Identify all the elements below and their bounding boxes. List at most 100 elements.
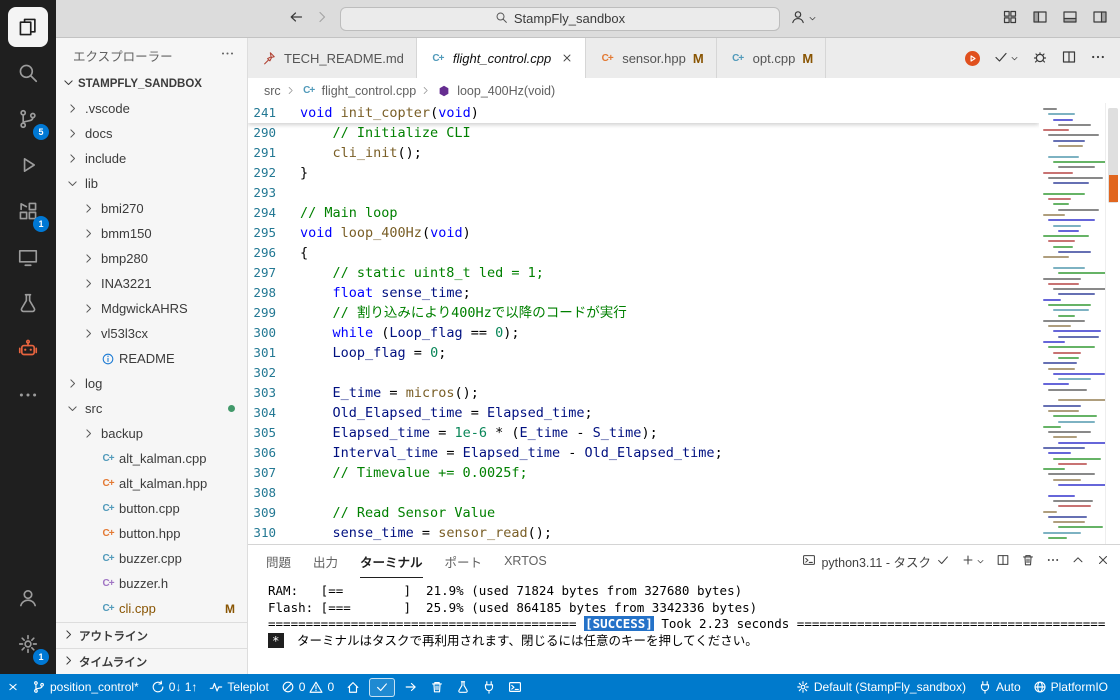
tab-TECH_README.md[interactable]: TECH_README.md — [248, 38, 417, 78]
activity-settings[interactable]: 1 — [8, 624, 49, 665]
panel-tab-ポート[interactable]: ポート — [445, 545, 483, 578]
customize-layout-button[interactable] — [1002, 9, 1018, 28]
workspace-section-header[interactable]: STAMPFLY_SANDBOX — [56, 72, 247, 96]
activity-accounts[interactable] — [8, 578, 48, 618]
panel-tab-問題[interactable]: 問題 — [266, 545, 291, 578]
tree-folder-.vscode[interactable]: .vscode — [56, 96, 247, 121]
tree-folder-src[interactable]: src — [56, 396, 247, 421]
status-git-branch[interactable]: position_control* — [26, 674, 145, 700]
tree-folder-vl53l3cx[interactable]: vl53l3cx — [56, 321, 247, 346]
run-task-button[interactable] — [993, 49, 1019, 68]
tab-modified-badge: M — [802, 50, 814, 66]
activity-explorer[interactable] — [8, 7, 48, 47]
tree-file-buzzer.h[interactable]: C+ buzzer.h — [56, 571, 247, 596]
activity-source-control[interactable]: 5 — [8, 99, 49, 140]
tree-file-button.hpp[interactable]: C+ button.hpp — [56, 521, 247, 546]
tree-folder-backup[interactable]: backup — [56, 421, 247, 446]
tree-folder-INA3221[interactable]: INA3221 — [56, 271, 247, 296]
tree-file-buzzer.cpp[interactable]: C+ buzzer.cpp — [56, 546, 247, 571]
terminal-output[interactable]: RAM: [== ] 21.9% (used 71824 bytes from … — [248, 578, 1120, 674]
tab-label: TECH_README.md — [284, 50, 404, 66]
tree-folder-lib[interactable]: lib — [56, 171, 247, 196]
status-pio-clean[interactable] — [424, 674, 450, 700]
code-editor[interactable]: 241 void init_copter(void) 290 // Initiali… — [248, 103, 1039, 544]
terminal-icon — [509, 682, 522, 692]
tree-file-button.cpp[interactable]: C+ button.cpp — [56, 496, 247, 521]
tree-item-label: log — [85, 376, 103, 391]
terminal-task-chip[interactable]: python3.11 - タスク — [802, 552, 950, 571]
status-platformio[interactable]: PlatformIO — [1027, 674, 1114, 700]
panel-tab-出力[interactable]: 出力 — [313, 545, 338, 578]
tree-file-alt_kalman.cpp[interactable]: C+ alt_kalman.cpp — [56, 446, 247, 471]
toggle-panel-button[interactable] — [1062, 9, 1078, 28]
tree-folder-log[interactable]: log — [56, 371, 247, 396]
toggle-sidebar-button[interactable] — [1032, 9, 1048, 28]
tab-sensor.hpp[interactable]: C+ sensor.hpp M — [586, 38, 717, 78]
status-remote[interactable] — [0, 674, 26, 700]
activity-search[interactable] — [8, 53, 48, 93]
panel-tab-XRTOS[interactable]: XRTOS — [504, 545, 547, 578]
minimap[interactable] — [1039, 103, 1105, 544]
tab-opt.cpp[interactable]: C+ opt.cpp M — [717, 38, 827, 78]
forward-button[interactable] — [314, 9, 330, 28]
activity-testing[interactable] — [8, 283, 48, 323]
line-number: 293 — [253, 185, 276, 200]
status-pio-serial-monitor[interactable] — [476, 674, 502, 700]
status-sync-changes[interactable]: 0↓ 1↑ — [145, 674, 204, 700]
breadcrumb-item[interactable]: C+ flight_control.cpp — [300, 84, 416, 98]
scrollbar[interactable] — [1105, 103, 1120, 544]
status-pio-test[interactable] — [450, 674, 476, 700]
activity-robot-extension[interactable] — [8, 329, 48, 369]
tab-bar: TECH_README.md C+ flight_control.cpp C+ sens… — [248, 38, 1120, 78]
activity-remote-explorer[interactable] — [8, 237, 48, 277]
panel-tab-ターミナル[interactable]: ターミナル — [360, 545, 423, 578]
tree-folder-MdgwickAHRS[interactable]: MdgwickAHRS — [56, 296, 247, 321]
profile-button[interactable] — [790, 9, 817, 28]
play-icon — [23, 157, 36, 173]
tree-file-alt_kalman.hpp[interactable]: C+ alt_kalman.hpp — [56, 471, 247, 496]
maximize-panel-button[interactable] — [1071, 553, 1085, 570]
status-pio-upload[interactable] — [398, 674, 424, 700]
activity-run-debug[interactable] — [8, 145, 48, 185]
split-editor-button[interactable] — [1061, 49, 1077, 68]
command-center[interactable]: StampFly_sandbox — [340, 6, 780, 31]
status-pio-terminal[interactable] — [502, 674, 528, 700]
tree-file-README[interactable]: README — [56, 346, 247, 371]
tree-folder-bmi270[interactable]: bmi270 — [56, 196, 247, 221]
tree-item-label: alt_kalman.hpp — [119, 476, 208, 491]
activity-more[interactable] — [8, 375, 48, 415]
breadcrumb-item[interactable]: loop_400Hz(void) — [435, 84, 555, 98]
status-serial-port[interactable]: Auto — [972, 674, 1027, 700]
code-line: 300 while (Loop_flag == 0); — [248, 323, 1039, 343]
breadcrumb-item[interactable]: src — [264, 84, 281, 98]
line-number: 300 — [253, 325, 276, 340]
chev-u-icon — [1073, 557, 1083, 563]
chev-r-icon — [70, 104, 76, 113]
status-problems[interactable]: 00 — [275, 674, 340, 700]
outline-section[interactable]: アウトライン — [56, 622, 247, 648]
activity-extensions[interactable]: 1 — [8, 191, 49, 232]
toggle-secondary-sidebar-button[interactable] — [1092, 9, 1108, 28]
status-pio-build[interactable] — [369, 677, 396, 697]
panel-more-actions[interactable] — [1046, 553, 1060, 570]
back-button[interactable] — [288, 9, 304, 28]
tree-folder-bmp280[interactable]: bmp280 — [56, 246, 247, 271]
debug-button[interactable] — [1032, 49, 1048, 68]
status-teleplot[interactable]: Teleplot — [203, 674, 274, 700]
new-terminal-button[interactable] — [961, 553, 985, 570]
close-panel-button[interactable] — [1096, 553, 1110, 570]
tree-folder-bmm150[interactable]: bmm150 — [56, 221, 247, 246]
kill-terminal-button[interactable] — [1021, 553, 1035, 570]
close-tab-button[interactable] — [561, 52, 573, 64]
timeline-section[interactable]: タイムライン — [56, 648, 247, 674]
split-terminal-button[interactable] — [996, 553, 1010, 570]
tree-folder-include[interactable]: include — [56, 146, 247, 171]
status-pio-home[interactable] — [340, 674, 366, 700]
more-actions-button[interactable] — [1090, 49, 1106, 68]
sidebar-more-actions[interactable] — [220, 46, 235, 64]
tree-file-cli.cpp[interactable]: C+ cli.cpp M — [56, 596, 247, 621]
tree-folder-docs[interactable]: docs — [56, 121, 247, 146]
run-button[interactable] — [965, 50, 980, 66]
status-pio-env[interactable]: Default (StampFly_sandbox) — [790, 674, 972, 700]
tab-flight_control.cpp[interactable]: C+ flight_control.cpp — [416, 38, 587, 78]
